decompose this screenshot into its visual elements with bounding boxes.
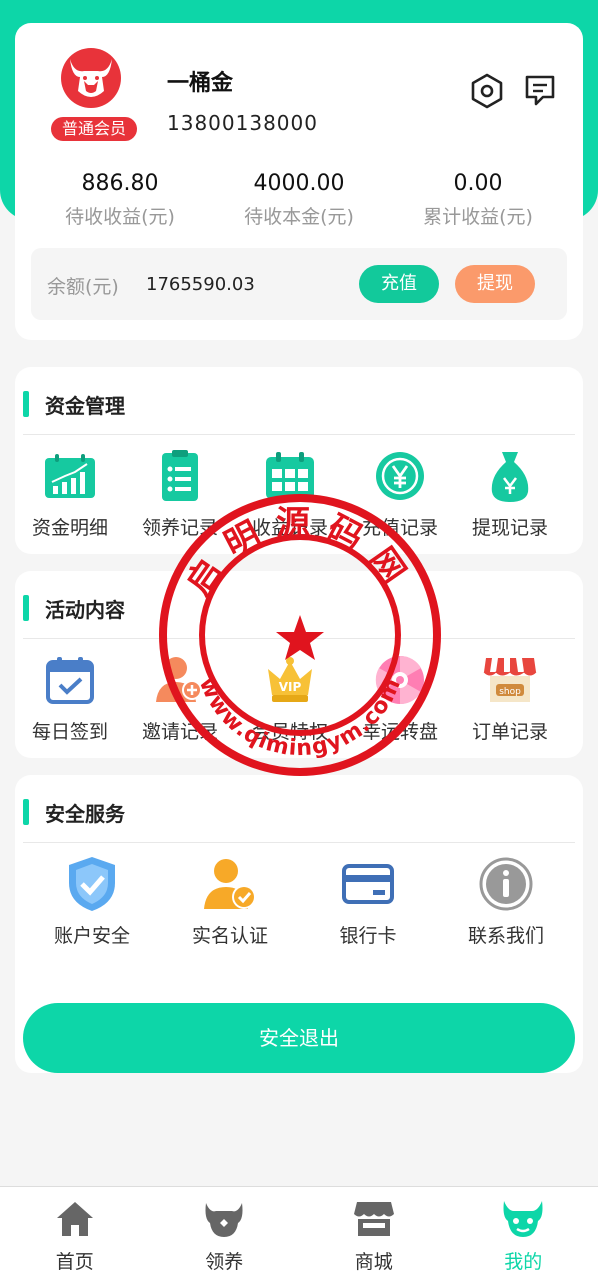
svg-text:shop: shop [499,687,521,697]
home-icon [0,1199,150,1239]
section-accent-bar [23,799,29,825]
item-label: 银行卡 [339,925,397,947]
tab-mine[interactable]: 我的 [449,1187,598,1272]
stat-value: 0.00 [453,171,503,196]
calendar-grid-icon [261,447,319,505]
tab-label: 领养 [205,1251,244,1272]
item-label: 提现记录 [471,517,548,539]
tab-label: 我的 [504,1251,543,1272]
shop-icon: shop [481,651,539,709]
withdraw-records-item[interactable]: 提现记录 [455,447,565,540]
stat-value: 886.80 [81,171,159,196]
item-label: 实名认证 [191,925,268,947]
item-label: 资金明细 [31,517,108,539]
order-records-item[interactable]: shop 订单记录 [455,651,565,744]
item-label: 领养记录 [141,517,218,539]
section-title: 资金管理 [23,389,125,419]
message-icon[interactable] [523,73,557,109]
vip-crown-icon: VIP [261,651,319,709]
tab-label: 首页 [55,1251,94,1272]
recharge-records-item[interactable]: 充值记录 [345,447,455,540]
stat-label: 待收本金(元) [244,206,354,228]
verified-user-icon [201,855,259,913]
stat-total-income: 0.00 累计收益(元) [388,171,568,229]
user-phone: 13800138000 [167,111,318,135]
daily-checkin-item[interactable]: 每日签到 [15,651,125,744]
real-name-verification-item[interactable]: 实名认证 [161,855,299,948]
divider [23,842,575,843]
shield-check-icon [63,855,121,913]
item-label: 每日签到 [31,721,108,743]
item-label: 充值记录 [361,517,438,539]
section-title-text: 活动内容 [45,597,125,622]
balance-value: 1765590.03 [146,274,255,295]
tab-adopt[interactable]: 领养 [150,1187,300,1272]
contact-us-item[interactable]: 联系我们 [437,855,575,948]
vip-privileges-item[interactable]: VIP 会员特权 [235,651,345,744]
funds-section: 资金管理 资金明细 领养记录 收益记录 充值记录 提现记录 [15,367,583,554]
adopt-icon [150,1199,300,1239]
section-accent-bar [23,391,29,417]
item-label: 联系我们 [467,925,544,947]
svg-text:VIP: VIP [279,680,302,694]
item-label: 会员特权 [251,721,328,743]
section-title-text: 安全服务 [45,801,125,826]
tab-label: 商城 [354,1251,393,1272]
stat-value: 4000.00 [253,171,345,196]
stat-label: 累计收益(元) [423,206,533,228]
adopt-records-item[interactable]: 领养记录 [125,447,235,540]
yen-coin-icon [371,447,429,505]
section-title-text: 资金管理 [45,393,125,418]
lucky-wheel-item[interactable]: 幸运转盘 [345,651,455,744]
member-level-badge: 普通会员 [51,117,137,141]
item-label: 账户安全 [53,925,130,947]
income-records-item[interactable]: 收益记录 [235,447,345,540]
bank-card-item[interactable]: 银行卡 [299,855,437,948]
stat-pending-principal: 4000.00 待收本金(元) [209,171,389,229]
section-title: 活动内容 [23,593,125,623]
bank-card-icon [339,855,397,913]
balance-bar: 余额(元) 1765590.03 充值 提现 [31,248,567,320]
item-label: 邀请记录 [141,721,218,743]
tab-home[interactable]: 首页 [0,1187,150,1272]
security-section: 安全服务 账户安全 实名认证 银行卡 联系我们 安全退出 [15,775,583,1073]
section-accent-bar [23,595,29,621]
stat-label: 待收收益(元) [65,206,175,228]
divider [23,638,575,639]
stat-pending-income: 886.80 待收收益(元) [30,171,210,229]
avatar[interactable] [60,47,122,109]
balance-label: 余额(元) [47,276,119,298]
item-label: 订单记录 [471,721,548,743]
bottom-tab-bar: 首页 领养 商城 我的 [0,1186,598,1272]
calendar-check-icon [41,651,99,709]
store-icon [299,1199,449,1239]
section-title: 安全服务 [23,797,125,827]
logout-button[interactable]: 安全退出 [23,1003,575,1073]
user-name: 一桶金 [167,71,234,96]
activity-section: 活动内容 每日签到 邀请记录 VIP 会员特权 幸运转盘 shop 订单记录 [15,571,583,758]
item-label: 幸运转盘 [361,721,438,743]
profile-icon [449,1199,598,1239]
account-security-item[interactable]: 账户安全 [23,855,161,948]
profile-card: 普通会员 一桶金 13800138000 886.80 待收收益(元) 4000… [15,23,583,340]
item-label: 收益记录 [251,517,328,539]
money-bag-icon [481,447,539,505]
tab-store[interactable]: 商城 [299,1187,449,1272]
invite-records-item[interactable]: 邀请记录 [125,651,235,744]
divider [23,434,575,435]
clipboard-icon [151,447,209,505]
recharge-button[interactable]: 充值 [359,265,439,303]
funds-detail-item[interactable]: 资金明细 [15,447,125,540]
bar-chart-icon [41,447,99,505]
withdraw-button[interactable]: 提现 [455,265,535,303]
info-icon [477,855,535,913]
settings-hexagon-icon[interactable] [470,73,504,109]
invite-user-icon [151,651,209,709]
lucky-wheel-icon [371,651,429,709]
